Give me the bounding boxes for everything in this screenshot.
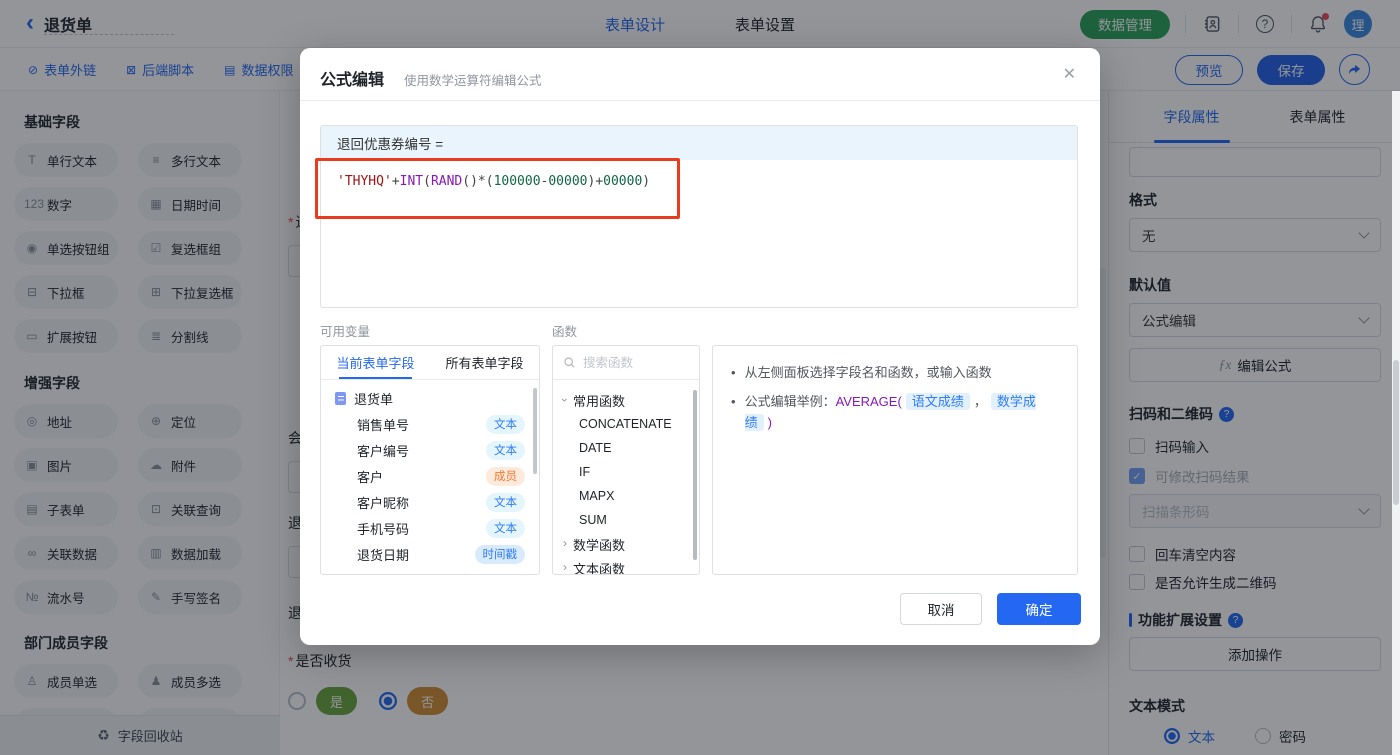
function-group-common-functions[interactable]: › 常用函数 [553, 388, 699, 412]
function-item-mapx[interactable]: MAPX [553, 484, 699, 508]
page-scrollbar[interactable] [1392, 91, 1400, 755]
tip: • 从左侧面板选择字段名和函数，或输入函数 [731, 362, 1059, 383]
formula-token: RAND [430, 174, 463, 189]
formula-token: 00000 [603, 174, 643, 189]
functions-panel: ›常用函数CONCATENATEDATEIFMAPXSUM›数学函数›文本函数 [552, 345, 700, 575]
divider [300, 100, 1100, 101]
function-group-label: 常用函数 [573, 393, 626, 409]
function-group-label: 文本函数 [573, 561, 626, 575]
formula-token: 00000 [548, 174, 588, 189]
variable-root[interactable]: 退货单 [321, 385, 539, 411]
variables-panel: 当前表单字段 所有表单字段 退货单 销售单号 文本 客户编号 文本 客户 成员 客户昵称 文本 手机… [320, 345, 540, 575]
function-tree: › 常用函数 CONCATENATE DATE IF MAPX SUM › 数学函数 › 文本函数 [553, 380, 699, 575]
functions-label: 函数 [552, 325, 578, 339]
formula-editor: 退回优惠券编号 = 'THYHQ'+INT(RAND()*(100000-000… [320, 125, 1078, 308]
tip-segment: ， [973, 394, 987, 409]
search-icon [564, 357, 575, 368]
tip: • 公式编辑举例：AVERAGE(语文成绩，数学成绩) [731, 391, 1059, 433]
bullet-icon: • [731, 394, 736, 409]
tips-panel: • 从左侧面板选择字段名和函数，或输入函数 • 公式编辑举例：AVERAGE(语文成绩… [712, 345, 1078, 575]
field-chip: 语文成绩 [905, 393, 970, 410]
app-root: ‹ 退货单 表单设计 表单设置 数据管理 ? 理 ⊘ 表单外链 ⊠ 后端脚本 ▤ 数据权限 … [0, 0, 1400, 755]
type-badge: 文本 [486, 492, 525, 512]
function-group-math-functions[interactable]: › 数学函数 [553, 532, 699, 556]
variables-tab-all-form-fields[interactable]: 所有表单字段 [430, 346, 539, 379]
function-group-label: 数学函数 [573, 537, 626, 553]
formula-token: ) [642, 174, 651, 189]
formula-token: ()*( [462, 174, 494, 189]
formula-token: ( [423, 174, 431, 189]
type-badge: 成员 [486, 466, 525, 486]
variable-return-date[interactable]: 退货日期 时间戳 [321, 541, 539, 567]
variable-name: 客户昵称 [357, 495, 410, 511]
variables-tabs: 当前表单字段 所有表单字段 [321, 346, 539, 380]
modal-subtitle: 使用数学运算符编辑公式 [404, 74, 542, 88]
form-doc-icon [335, 391, 346, 405]
function-item-sum[interactable]: SUM [553, 508, 699, 532]
formula-token: INT [399, 174, 424, 189]
close-icon[interactable]: ✕ [1063, 64, 1076, 84]
variable-root-name: 退货单 [354, 391, 394, 407]
tips-body: • 从左侧面板选择字段名和函数，或输入函数 • 公式编辑举例：AVERAGE(语文成绩… [713, 346, 1077, 457]
type-badge: 文本 [486, 518, 525, 538]
tip-text: 从左侧面板选择字段名和函数，或输入函数 [745, 362, 992, 383]
tip-segment: ) [767, 415, 772, 430]
tip-text: 公式编辑举例：AVERAGE(语文成绩，数学成绩) [744, 391, 1059, 433]
chevron-icon: › [558, 398, 572, 402]
type-badge: 时间戳 [474, 544, 525, 564]
formula-token: + [595, 174, 604, 189]
function-search [553, 346, 699, 380]
formula-token: + [391, 174, 400, 189]
tip-segment: AVERAGE( [835, 394, 902, 409]
variable-customer[interactable]: 客户 成员 [321, 463, 539, 489]
variable-customer-nickname[interactable]: 客户昵称 文本 [321, 489, 539, 515]
function-group-text-functions[interactable]: › 文本函数 [553, 556, 699, 575]
variable-name: 手机号码 [357, 521, 410, 537]
formula-code-input[interactable]: 'THYHQ'+INT(RAND()*(100000-00000)+00000) [321, 160, 1077, 203]
type-badge: 文本 [486, 414, 525, 434]
function-item-date[interactable]: DATE [553, 436, 699, 460]
functions-scrollbar[interactable] [693, 390, 697, 560]
bullet-icon: • [731, 365, 736, 380]
formula-token: 100000 [493, 174, 541, 189]
formula-target: 退回优惠券编号 = [321, 126, 1077, 160]
tip-segment: 公式编辑举例： [744, 394, 836, 409]
variable-name: 销售单号 [357, 417, 410, 433]
function-item-if[interactable]: IF [553, 460, 699, 484]
variable-name: 客户编号 [357, 443, 410, 459]
variable-phone-number[interactable]: 手机号码 文本 [321, 515, 539, 541]
formula-token: 'THYHQ' [337, 174, 392, 189]
variables-scrollbar[interactable] [533, 388, 537, 474]
scrollbar-thumb[interactable] [1393, 360, 1399, 505]
chevron-icon: › [563, 560, 567, 574]
variables-tab-current-form-fields[interactable]: 当前表单字段 [321, 346, 430, 379]
variables-label: 可用变量 [320, 325, 371, 339]
variables-list: 退货单 销售单号 文本 客户编号 文本 客户 成员 客户昵称 文本 手机号码 文本 退货日期 时间戳 [321, 380, 539, 567]
variable-name: 客户 [357, 469, 384, 485]
formula-editor-modal: 公式编辑 使用数学运算符编辑公式 ✕ 退回优惠券编号 = 'THYHQ'+INT… [300, 48, 1100, 645]
type-badge: 文本 [486, 440, 525, 460]
variable-name: 退货日期 [357, 547, 410, 563]
cancel-button[interactable]: 取消 [900, 593, 982, 625]
function-search-input[interactable] [583, 355, 683, 370]
function-item-concatenate[interactable]: CONCATENATE [553, 412, 699, 436]
modal-title: 公式编辑 [320, 72, 385, 89]
variable-sales-order-no[interactable]: 销售单号 文本 [321, 411, 539, 437]
confirm-button[interactable]: 确定 [997, 593, 1081, 625]
chevron-icon: › [563, 536, 567, 550]
tip-segment: 从左侧面板选择字段名和函数，或输入函数 [744, 365, 992, 380]
variable-customer-no[interactable]: 客户编号 文本 [321, 437, 539, 463]
